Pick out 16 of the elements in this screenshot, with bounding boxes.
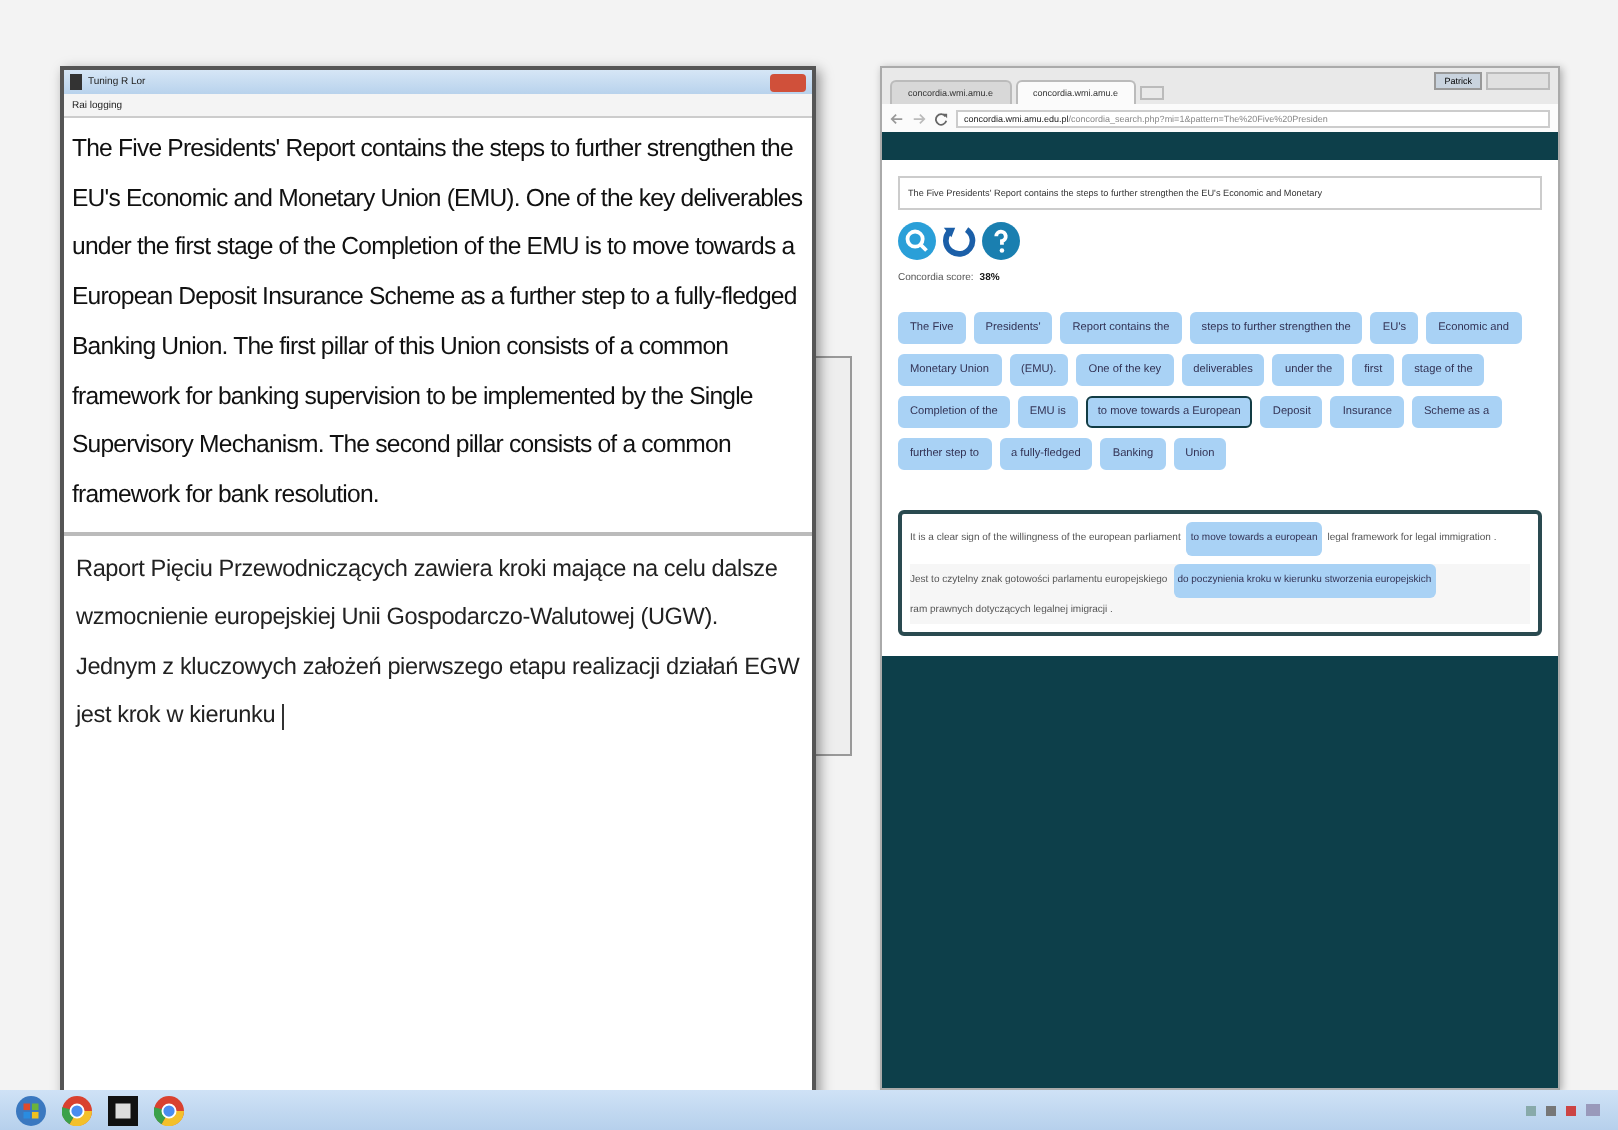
target-text-field[interactable]: Raport Pięciu Przewodniczących zawiera kroki mające na celu dalsze wzmocnienie europejskiej Unii Gospodarczo-Walutowej (UGW). Jednym z kluczowych założeń pierwszego etapu realizacji działań EGW jest krok w kierunku: [64, 535, 812, 748]
app-icon[interactable]: [108, 1095, 138, 1125]
browser-icon[interactable]: [62, 1095, 92, 1125]
reload-icon[interactable]: [934, 111, 948, 125]
app-icon: [70, 74, 82, 90]
search-icon[interactable]: [898, 222, 936, 260]
help-icon[interactable]: [982, 222, 1020, 260]
close-button[interactable]: [770, 73, 806, 91]
tray-icons[interactable]: [1522, 1100, 1602, 1120]
start-orb-icon[interactable]: [16, 1095, 46, 1125]
browser-icon[interactable]: [154, 1095, 184, 1125]
text-cursor: [281, 703, 284, 730]
source-text: The Five Presidents' Report contains the steps to further strengthen the EU's Economic and Monetary Union (EMU). One of the key deliverables under the first stage of the Completion of the EMU is to move towards a European Deposit Insurance Scheme as a further step to a fully-fledged Banking Union. The first pillar of this Union consists of a common framework for banking supervision to be implemented by the Single Supervisory Mechanism. The second pillar consists of a common framework for bank resolution.: [64, 118, 812, 536]
forward-icon[interactable]: [912, 111, 926, 125]
refresh-icon[interactable]: [940, 222, 978, 260]
back-icon[interactable]: [890, 111, 904, 125]
